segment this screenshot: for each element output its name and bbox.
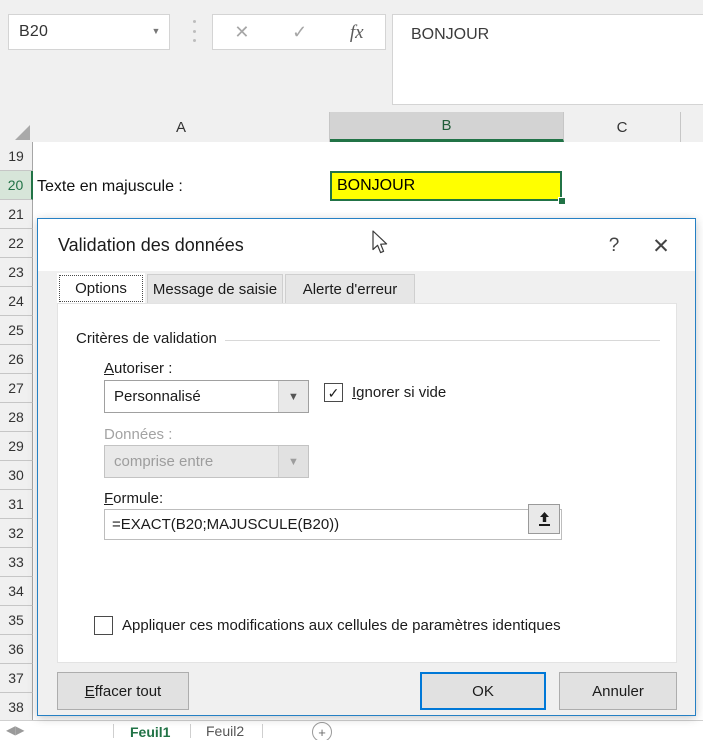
allow-value: Personnalisé [114,388,201,405]
ignore-blank-label: Ignorer si vide [352,384,447,401]
row-header[interactable]: 29 [0,432,33,461]
row-header[interactable]: 38 [0,693,33,722]
close-icon[interactable]: ✕ [647,233,675,259]
row-header[interactable]: 21 [0,200,33,229]
add-sheet-icon[interactable]: + [312,722,332,740]
apply-all-label: Appliquer ces modifications aux cellules… [122,617,561,634]
row-header[interactable]: 35 [0,606,33,635]
formula-field-value: =EXACT(B20;MAJUSCULE(B20)) [112,516,340,533]
column-header-c[interactable]: C [564,112,681,142]
dialog-title: Validation des données [58,235,244,255]
range-select-icon[interactable] [528,504,560,534]
column-header-row: A B C [0,112,703,143]
tab-message-de-saisie[interactable]: Message de saisie [147,274,283,304]
data-value: comprise entre [114,453,214,470]
row-header[interactable]: 19 [0,142,33,171]
row-header[interactable]: 32 [0,519,33,548]
chevron-down-icon[interactable]: ▼ [143,26,169,38]
row-header[interactable]: 37 [0,664,33,693]
ok-button[interactable]: OK [420,672,546,710]
allow-dropdown[interactable]: Personnalisé ▼ [104,380,309,413]
checkbox-box [94,616,113,635]
sheet-tab-bar: ◀▶ Feuil1 Feuil2 + [0,720,703,740]
allow-label: Autoriser : [104,360,173,377]
corner-triangle-icon [15,125,30,140]
column-header-b[interactable]: B [330,112,564,142]
dialog-tab-strip: Options Message de saisie Alerte d'erreu… [38,271,695,304]
row-header[interactable]: 28 [0,403,33,432]
row-header[interactable]: 31 [0,490,33,519]
cell-b20-selected[interactable]: BONJOUR [330,171,562,201]
formula-bar-area: B20 ▼ ✕ ✓ fx BONJOUR [0,0,703,112]
cell-a20[interactable]: Texte en majuscule : [37,178,183,196]
row-header[interactable]: 22 [0,229,33,258]
checkbox-box: ✓ [324,383,343,402]
row-header[interactable]: 26 [0,345,33,374]
clear-all-button[interactable]: Effacer tout [57,672,189,710]
row-header[interactable]: 33 [0,548,33,577]
row-header[interactable]: 30 [0,461,33,490]
formula-field[interactable]: =EXACT(B20;MAJUSCULE(B20)) [104,509,562,540]
help-icon[interactable]: ? [601,233,627,259]
fill-handle[interactable] [558,197,566,205]
column-header-partial[interactable] [681,112,703,142]
name-box[interactable]: B20 ▼ [8,14,170,50]
select-all-corner[interactable] [0,112,34,142]
chevron-down-icon: ▼ [278,446,308,477]
chevron-down-icon[interactable]: ▼ [278,381,308,412]
excel-window: B20 ▼ ✕ ✓ fx BONJOUR A B C 19 20 21 22 2… [0,0,703,740]
ignore-blank-checkbox[interactable]: ✓ Ignorer si vide [324,383,446,402]
sheet-scroll-arrows[interactable]: ◀▶ [6,723,24,737]
row-header[interactable]: 24 [0,287,33,316]
cancel-button[interactable]: Annuler [559,672,677,710]
data-validation-dialog: Validation des données ? ✕ Options Messa… [37,218,696,716]
row-header[interactable]: 36 [0,635,33,664]
check-icon[interactable]: ✓ [292,23,307,41]
data-dropdown: comprise entre ▼ [104,445,309,478]
column-header-a[interactable]: A [33,112,330,142]
cell-b20-value: BONJOUR [337,177,416,194]
toolbar-separator [193,20,196,42]
data-label: Données : [104,426,173,443]
formula-input[interactable]: BONJOUR [392,14,703,105]
name-box-value: B20 [19,23,49,40]
row-header-column: 19 20 21 22 23 24 25 26 27 28 29 30 31 3… [0,142,33,722]
row-header[interactable]: 25 [0,316,33,345]
arrow-cursor [372,230,390,261]
close-icon[interactable]: ✕ [234,23,249,41]
formula-label: Formule: [104,490,164,507]
formula-input-value: BONJOUR [411,26,490,43]
row-header[interactable]: 23 [0,258,33,287]
tab-alerte-d-erreur[interactable]: Alerte d'erreur [285,274,415,304]
row-header[interactable]: 27 [0,374,33,403]
row-header[interactable]: 34 [0,577,33,606]
dialog-title-bar: Validation des données ? ✕ [38,219,695,271]
sheet-tab-feuil1[interactable]: Feuil1 [120,721,181,740]
row-header-selected[interactable]: 20 [0,171,33,200]
tab-options[interactable]: Options [57,273,145,304]
validation-criteria-group-label: Critères de validation [76,330,225,347]
apply-all-checkbox[interactable]: Appliquer ces modifications aux cellules… [94,616,561,635]
formula-bar-buttons: ✕ ✓ fx [212,14,386,50]
fx-icon[interactable]: fx [350,23,364,42]
dialog-body: Critères de validation Autoriser : Perso… [57,303,677,663]
sheet-tab-feuil2[interactable]: Feuil2 [196,721,254,740]
